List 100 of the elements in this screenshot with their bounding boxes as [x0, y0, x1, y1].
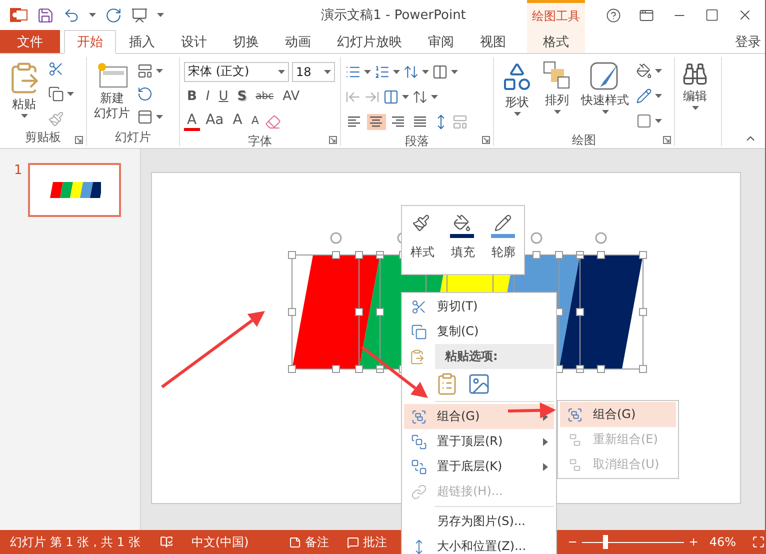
section-icon[interactable] — [137, 108, 153, 125]
maximize-icon[interactable] — [705, 8, 719, 22]
send-back-icon — [411, 458, 427, 474]
layout-icon[interactable] — [137, 63, 153, 80]
group-icon — [567, 432, 583, 448]
annotation-arrow — [508, 402, 556, 418]
redo-icon[interactable] — [105, 6, 122, 24]
alignment-button[interactable] — [367, 114, 386, 130]
caret-icon — [655, 94, 662, 98]
paste-button[interactable]: 粘贴 — [4, 59, 44, 129]
mini-toolbar-button[interactable]: 样式 — [407, 212, 438, 274]
shapes-button[interactable]: 形状 — [498, 59, 536, 132]
submenu-arrow-icon — [543, 462, 548, 470]
scissors-icon[interactable] — [48, 60, 64, 77]
caret-icon — [89, 13, 96, 17]
menu-item[interactable]: 置于底层(K) — [404, 454, 554, 479]
binoculars-icon — [682, 61, 708, 87]
menu-item[interactable]: 组合(G) — [404, 404, 554, 429]
sign-in-link[interactable]: 登录 — [731, 30, 765, 53]
file-tab[interactable]: 文件 — [0, 30, 60, 53]
copy-icon — [411, 324, 427, 340]
slide-thumbnail[interactable] — [28, 163, 122, 217]
language-text[interactable]: 中文(中国) — [191, 534, 249, 550]
font-color-button[interactable]: A — [184, 112, 200, 131]
ribbon-display-icon[interactable] — [639, 8, 654, 22]
caret-icon — [431, 94, 438, 98]
spell-check-icon[interactable] — [160, 535, 174, 549]
character-spacing-button[interactable]: AV — [280, 89, 303, 104]
effects-icon[interactable] — [636, 112, 652, 128]
arrange-icon — [543, 61, 571, 91]
menu-section-header: 粘贴选项: — [435, 344, 554, 369]
caret-icon — [514, 112, 520, 116]
numbering-icon[interactable] — [374, 64, 390, 80]
change-case-button[interactable]: Aa — [202, 112, 227, 131]
italic-button[interactable]: I — [202, 89, 213, 104]
shadow-button[interactable]: S — [234, 89, 250, 104]
dialog-launcher-icon[interactable] — [75, 136, 83, 144]
caret-icon — [156, 69, 163, 74]
zoom-slider-thumb[interactable] — [603, 535, 608, 549]
line-spacing-icon[interactable] — [403, 64, 419, 80]
caret-icon — [602, 110, 608, 114]
dialog-launcher-icon[interactable] — [482, 136, 490, 144]
fill-icon[interactable] — [636, 62, 652, 78]
bold-button[interactable]: B — [184, 89, 200, 104]
menu-item[interactable]: 复制(C) — [404, 319, 554, 344]
group-label: 绘图 — [572, 132, 596, 149]
shapes-icon — [501, 61, 533, 93]
dialog-launcher-icon[interactable] — [663, 136, 671, 144]
quick-styles-button[interactable]: 快速样式 — [578, 59, 632, 132]
strikethrough-button[interactable]: abc — [252, 91, 277, 102]
caret-icon — [402, 94, 409, 98]
shrink-font-button[interactable]: A — [248, 114, 262, 130]
dialog-launcher-icon[interactable] — [329, 136, 337, 144]
presentation-icon[interactable] — [131, 6, 148, 24]
font-name-field[interactable]: 宋体 (正文) — [184, 62, 289, 82]
menu-item[interactable]: 组合(G) — [560, 402, 676, 427]
new-slide-button[interactable]: 新建 幻灯片 — [91, 59, 133, 129]
fit-slide-icon[interactable] — [752, 535, 765, 549]
fill-icon — [450, 214, 476, 238]
zoom-percent[interactable]: 46% — [709, 535, 736, 549]
notes-button[interactable]: 备注 — [304, 534, 329, 550]
copy-icon[interactable] — [48, 86, 64, 102]
context-tab-header: 绘图工具 — [527, 0, 585, 30]
columns-icon[interactable] — [383, 88, 399, 104]
ribbon-tab[interactable]: 开始 — [64, 30, 116, 54]
grow-font-button[interactable]: A — [230, 112, 246, 131]
menu-item[interactable]: 置于顶层(R) — [404, 429, 554, 454]
group-label: 幻灯片 — [115, 129, 151, 146]
caret-icon — [20, 114, 28, 118]
save-icon[interactable] — [37, 6, 54, 24]
menu-item[interactable]: 另存为图片(S)... — [404, 509, 554, 534]
quick-styles-icon — [590, 61, 620, 91]
caret-icon — [157, 13, 164, 17]
mini-toolbar-button[interactable]: 轮廓 — [488, 212, 519, 274]
undo-icon[interactable] — [63, 6, 80, 24]
annotation-arrow — [361, 346, 428, 398]
editing-button[interactable]: 编辑 — [679, 59, 711, 146]
group-label: 剪贴板 — [25, 129, 61, 146]
caret-icon — [451, 70, 458, 74]
menu-item[interactable]: 剪切(T) — [404, 294, 554, 319]
outline-icon[interactable] — [636, 88, 652, 104]
caret-icon — [156, 114, 163, 119]
menu-item[interactable]: 大小和位置(Z)... — [404, 534, 554, 554]
help-icon[interactable] — [606, 8, 621, 22]
paste-picture-icon[interactable] — [467, 372, 491, 396]
font-size-field[interactable]: 18 — [292, 62, 335, 82]
parallelogram-shape[interactable] — [559, 255, 643, 369]
comments-button[interactable]: 批注 — [362, 534, 387, 550]
new-slide-icon — [96, 61, 128, 89]
scissors-icon — [411, 298, 427, 314]
comment-icon[interactable] — [346, 536, 359, 548]
eraser-icon[interactable] — [264, 114, 281, 130]
zoom-in-icon[interactable] — [688, 536, 700, 548]
notes-icon[interactable] — [288, 536, 301, 548]
arrange-button[interactable]: 排列 — [540, 59, 574, 132]
ribbon-tab[interactable]: 格式 — [527, 30, 585, 53]
underline-button[interactable]: U — [216, 89, 232, 104]
reset-icon[interactable] — [137, 86, 153, 102]
mini-toolbar-button[interactable]: 填充 — [448, 212, 478, 274]
selection-frame[interactable] — [555, 232, 647, 373]
